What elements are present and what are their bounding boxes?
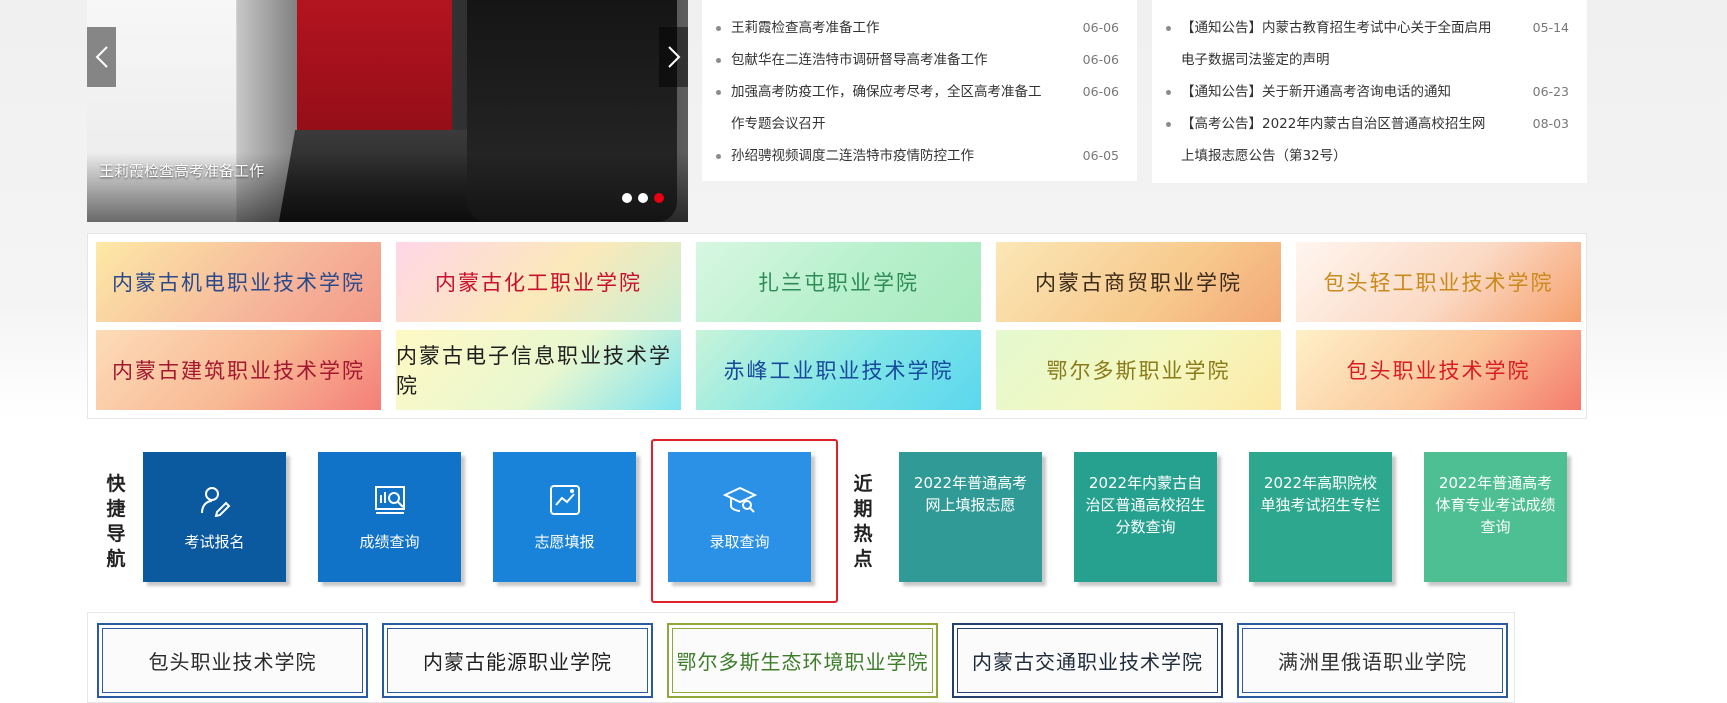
school-logo-text: 包头职业技术学院 <box>102 628 363 693</box>
news-date: 08-03 <box>1532 116 1569 131</box>
school-logo-link[interactable]: 内蒙古能源职业学院 <box>382 623 653 698</box>
school-logo-link[interactable]: 内蒙古商贸职业学院 <box>996 242 1281 322</box>
carousel-dot[interactable] <box>638 193 648 203</box>
bullet-icon <box>716 58 721 63</box>
label-char: 期 <box>853 498 873 520</box>
news-item[interactable]: 电子数据司法鉴定的声明 <box>1166 44 1573 76</box>
bullet-icon <box>716 154 721 159</box>
school-logo-link[interactable]: 包头职业技术学院 <box>1296 330 1581 410</box>
bullet-icon <box>1166 90 1171 95</box>
quick-nav-label-text: 志愿填报 <box>534 532 595 551</box>
school-logo-text: 内蒙古交通职业技术学院 <box>957 628 1218 693</box>
news-date: 06-05 <box>1082 148 1119 163</box>
news-date <box>1569 140 1573 172</box>
school-logo-link[interactable]: 内蒙古化工职业学院 <box>396 242 681 322</box>
news-item[interactable]: 作专题会议召开 <box>716 108 1123 140</box>
school-logo-link[interactable]: 内蒙古电子信息职业技术学院 <box>396 330 681 410</box>
school-logo-strip: 包头职业技术学院 内蒙古能源职业学院 鄂尔多斯生态环境职业学院 内蒙古交通职业技术学院… <box>87 612 1515 703</box>
quick-nav-button[interactable]: 考试报名 <box>143 452 286 582</box>
school-logo-link[interactable]: 满洲里俄语职业学院 <box>1237 623 1508 698</box>
chevron-left-icon <box>95 46 108 68</box>
school-logo-link[interactable]: 内蒙古机电职业技术学院 <box>96 242 381 322</box>
news-title[interactable]: 作专题会议召开 <box>716 108 1061 140</box>
news-date: 06-06 <box>1082 52 1119 67</box>
hot-topic-link[interactable]: 2022年普通高考网上填报志愿 <box>899 452 1042 582</box>
news-title[interactable]: 【通知公告】关于新开通高考咨询电话的通知 <box>1166 76 1511 108</box>
quick-nav-button[interactable]: 志愿填报 <box>493 452 636 582</box>
school-logo-link[interactable]: 鄂尔多斯生态环境职业学院 <box>667 623 938 698</box>
news-item[interactable]: 上填报志愿公告（第32号） <box>1166 140 1573 172</box>
news-title[interactable]: 上填报志愿公告（第32号） <box>1166 140 1511 172</box>
hot-topic-link[interactable]: 2022年内蒙古自治区普通高校招生分数查询 <box>1074 452 1217 582</box>
school-logo-text: 内蒙古能源职业学院 <box>387 628 648 693</box>
chart-search-icon <box>374 485 405 514</box>
label-char: 航 <box>106 548 126 570</box>
quick-nav-button[interactable]: 成绩查询 <box>318 452 461 582</box>
carousel-dots <box>622 193 664 203</box>
trend-image-icon <box>549 484 580 515</box>
news-title[interactable]: 孙绍骋视频调度二连浩特市疫情防控工作 <box>716 140 1061 172</box>
news-date: 06-23 <box>1532 84 1569 99</box>
news-panel-right: 【通知公告】内蒙古教育招生考试中心关于全面启用 05-14 电子数据司法鉴定的声明【… <box>1152 0 1587 183</box>
news-date: 06-06 <box>1082 84 1119 99</box>
school-logo-link[interactable]: 扎兰屯职业学院 <box>696 242 981 322</box>
news-date: 05-14 <box>1532 20 1569 35</box>
news-list: 【通知公告】内蒙古教育招生考试中心关于全面启用 05-14 电子数据司法鉴定的声明【… <box>1166 12 1573 172</box>
news-date <box>1119 108 1123 140</box>
news-item[interactable]: 加强高考防疫工作，确保应考尽考，全区高考准备工 06-06 <box>716 76 1123 108</box>
quick-nav-label: 快捷导航 <box>104 472 128 572</box>
bullet-icon <box>716 90 721 95</box>
carousel-next-button[interactable] <box>659 27 688 87</box>
user-edit-icon <box>200 486 230 517</box>
label-char: 点 <box>853 548 873 570</box>
school-logo-link[interactable]: 赤峰工业职业技术学院 <box>696 330 981 410</box>
school-logo-link[interactable]: 鄂尔多斯职业学院 <box>996 330 1281 410</box>
school-logo-link[interactable]: 包头职业技术学院 <box>97 623 368 698</box>
news-item[interactable]: 孙绍骋视频调度二连浩特市疫情防控工作 06-05 <box>716 140 1123 172</box>
news-item[interactable]: 【通知公告】内蒙古教育招生考试中心关于全面启用 05-14 <box>1166 12 1573 44</box>
news-carousel[interactable]: 王莉霞检查高考准备工作 <box>87 0 688 222</box>
news-panel-left: 王莉霞检查高考准备工作 06-06 包献华在二连浩特市调研督导高考准备工作 06-06… <box>702 0 1137 181</box>
carousel-caption[interactable]: 王莉霞检查高考准备工作 <box>99 160 264 181</box>
news-title[interactable]: 王莉霞检查高考准备工作 <box>716 12 1061 44</box>
carousel-dot[interactable] <box>654 193 664 203</box>
news-date: 06-06 <box>1082 20 1119 35</box>
news-title[interactable]: 加强高考防疫工作，确保应考尽考，全区高考准备工 <box>716 76 1061 108</box>
school-logo-grid: 内蒙古机电职业技术学院 内蒙古化工职业学院 扎兰屯职业学院 内蒙古商贸职业学院 包头轻工… <box>87 233 1587 419</box>
quick-nav-label-text: 成绩查询 <box>359 532 420 551</box>
bullet-icon <box>1166 26 1171 31</box>
news-title[interactable]: 电子数据司法鉴定的声明 <box>1166 44 1511 76</box>
label-char: 捷 <box>106 498 126 520</box>
news-title[interactable]: 包献华在二连浩特市调研督导高考准备工作 <box>716 44 1061 76</box>
hot-topic-link[interactable]: 2022年普通高考体育专业考试成绩查询 <box>1424 452 1567 582</box>
carousel-prev-button[interactable] <box>87 27 116 87</box>
news-date <box>1569 44 1573 76</box>
bullet-icon <box>716 26 721 31</box>
school-logo-text: 鄂尔多斯生态环境职业学院 <box>672 628 933 693</box>
carousel-dot[interactable] <box>622 193 632 203</box>
hot-topics-label: 近期热点 <box>851 472 875 572</box>
news-title[interactable]: 【高考公告】2022年内蒙古自治区普通高校招生网 <box>1166 108 1511 140</box>
news-list: 王莉霞检查高考准备工作 06-06 包献华在二连浩特市调研督导高考准备工作 06-06… <box>716 12 1123 172</box>
bullet-icon <box>1166 122 1171 127</box>
label-char: 近 <box>853 473 873 495</box>
hot-topic-link[interactable]: 2022年高职院校单独考试招生专栏 <box>1249 452 1392 582</box>
school-logo-link[interactable]: 包头轻工职业技术学院 <box>1296 242 1581 322</box>
school-logo-text: 满洲里俄语职业学院 <box>1242 628 1503 693</box>
news-item[interactable]: 王莉霞检查高考准备工作 06-06 <box>716 12 1123 44</box>
news-item[interactable]: 包献华在二连浩特市调研督导高考准备工作 06-06 <box>716 44 1123 76</box>
label-char: 快 <box>106 473 126 495</box>
news-title[interactable]: 【通知公告】内蒙古教育招生考试中心关于全面启用 <box>1166 12 1511 44</box>
quick-nav-label-text: 考试报名 <box>184 532 245 551</box>
label-char: 导 <box>106 523 126 545</box>
label-char: 热 <box>853 523 873 545</box>
selected-highlight-box <box>651 439 838 603</box>
chevron-right-icon <box>667 46 680 68</box>
school-logo-link[interactable]: 内蒙古交通职业技术学院 <box>952 623 1223 698</box>
news-item[interactable]: 【通知公告】关于新开通高考咨询电话的通知 06-23 <box>1166 76 1573 108</box>
news-item[interactable]: 【高考公告】2022年内蒙古自治区普通高校招生网 08-03 <box>1166 108 1573 140</box>
school-logo-link[interactable]: 内蒙古建筑职业技术学院 <box>96 330 381 410</box>
